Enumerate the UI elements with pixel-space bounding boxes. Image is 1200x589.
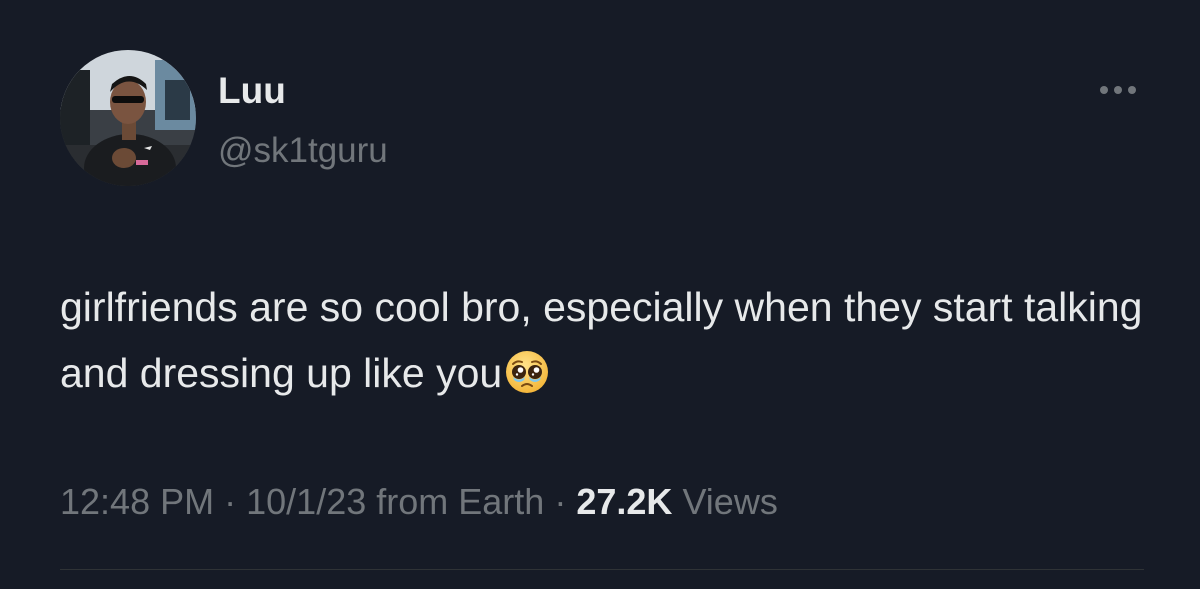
pleading-face-emoji-icon — [506, 350, 549, 393]
tweet-date[interactable]: 10/1/23 — [246, 481, 366, 522]
divider — [60, 569, 1144, 570]
views-count[interactable]: 27.2K — [576, 481, 672, 522]
more-options-button[interactable] — [1090, 78, 1146, 102]
tweet-text-body: girlfriends are so cool bro, especially … — [60, 284, 1143, 396]
tweet-time[interactable]: 12:48 PM — [60, 481, 214, 522]
avatar-photo — [60, 50, 196, 186]
tweet-detail: Luu @sk1tguru girlfriends are so cool br… — [0, 0, 1200, 589]
avatar[interactable] — [60, 50, 196, 186]
more-dot-icon — [1128, 86, 1136, 94]
tweet-metadata: 12:48 PM · 10/1/23 from Earth · 27.2K Vi… — [60, 484, 778, 520]
author-display-name[interactable]: Luu — [218, 72, 286, 109]
meta-separator: · — [554, 481, 567, 522]
meta-separator: · — [224, 481, 237, 522]
views-label[interactable]: Views — [682, 481, 777, 522]
more-dot-icon — [1114, 86, 1122, 94]
more-dot-icon — [1100, 86, 1108, 94]
tweet-text: girlfriends are so cool bro, especially … — [60, 275, 1160, 406]
author-handle[interactable]: @sk1tguru — [218, 133, 388, 168]
tweet-source: from Earth — [376, 481, 545, 522]
